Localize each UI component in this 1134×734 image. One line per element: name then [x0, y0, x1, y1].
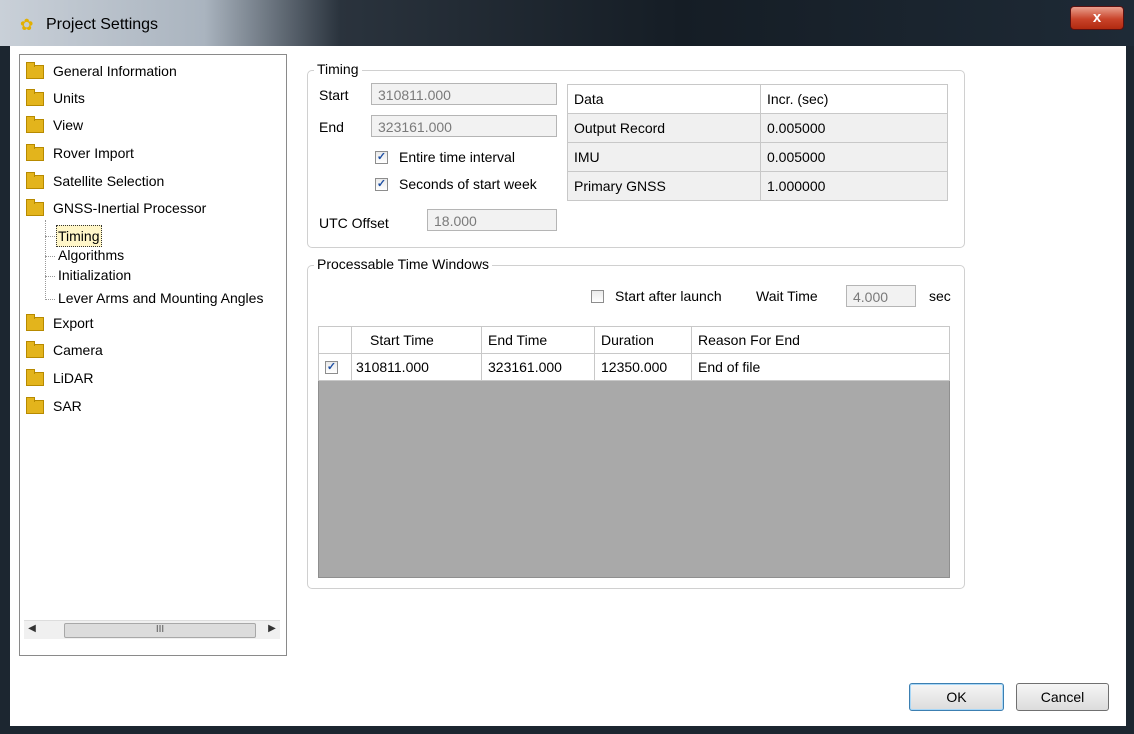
table-cell[interactable]: 12350.000 [594, 353, 692, 381]
tree-item-view[interactable]: View [26, 114, 83, 136]
table-cell: Output Record [567, 113, 761, 143]
tree-item-units[interactable]: Units [26, 87, 85, 109]
table-cell: Primary GNSS [567, 171, 761, 201]
start-field[interactable]: 310811.000 [371, 83, 557, 105]
folder-icon [26, 62, 44, 79]
tree-connector [45, 220, 46, 300]
entire-interval-checkbox[interactable]: ✓ [375, 151, 388, 164]
tree-item-camera[interactable]: Camera [26, 339, 103, 361]
end-label: End [319, 119, 344, 135]
row-checkbox-cell[interactable]: ✓ [318, 353, 352, 381]
table-cell[interactable]: End of file [691, 353, 950, 381]
tree-item-timing[interactable]: Timing [56, 225, 102, 247]
tree-item-label: Lever Arms and Mounting Angles [58, 290, 264, 306]
seconds-week-label: Seconds of start week [399, 176, 537, 192]
tree-item-label: Units [53, 90, 85, 106]
start-label: Start [319, 87, 349, 103]
row-checkbox[interactable]: ✓ [325, 360, 338, 374]
tree-item-initialization[interactable]: Initialization [58, 265, 131, 285]
tree-connector [45, 256, 55, 257]
folder-icon [26, 341, 44, 358]
seconds-week-checkbox[interactable]: ✓ [375, 178, 388, 191]
ok-button[interactable]: OK [909, 683, 1004, 711]
table-cell[interactable]: 1.000000 [760, 171, 948, 201]
column-header[interactable]: Start Time [351, 326, 482, 354]
title-bar[interactable] [0, 0, 1134, 46]
tree-item-lidar[interactable]: LiDAR [26, 367, 93, 389]
tree-item-sar[interactable]: SAR [26, 395, 82, 417]
table-cell[interactable]: 0.005000 [760, 142, 948, 172]
data-increment-table: Data Incr. (sec) Output Record 0.005000 … [567, 84, 948, 201]
table-cell[interactable]: 0.005000 [760, 113, 948, 143]
tree-connector [45, 236, 55, 237]
wait-time-field[interactable]: 4.000 [846, 285, 916, 307]
tree-horizontal-scrollbar[interactable]: ◀ III ▶ [24, 620, 280, 639]
table-row[interactable]: Primary GNSS 1.000000 [567, 171, 948, 201]
time-windows-table: Start Time End Time Duration Reason For … [318, 326, 950, 381]
tree-item-gnss-inertial-processor[interactable]: GNSS-Inertial Processor [26, 197, 206, 219]
folder-icon [26, 397, 44, 414]
tree-item-label: GNSS-Inertial Processor [53, 200, 207, 216]
table-row[interactable]: ✓ 310811.000 323161.000 12350.000 End of… [318, 353, 950, 381]
folder-icon [26, 172, 44, 189]
tree-item-label: Satellite Selection [53, 173, 165, 189]
tree-connector [45, 276, 55, 277]
utc-offset-label: UTC Offset [319, 215, 389, 231]
tree-item-lever-arms[interactable]: Lever Arms and Mounting Angles [58, 288, 263, 308]
tree-item-label: Algorithms [58, 247, 125, 263]
folder-icon [26, 314, 44, 331]
timing-group-label: Timing [314, 61, 362, 77]
utc-offset-field[interactable]: 18.000 [427, 209, 557, 231]
end-field[interactable]: 323161.000 [371, 115, 557, 137]
tree-item-general-information[interactable]: General Information [26, 60, 177, 82]
time-windows-group-label: Processable Time Windows [314, 256, 492, 272]
tree-item-label: General Information [53, 63, 177, 79]
tree-item-algorithms[interactable]: Algorithms [58, 245, 124, 265]
tree-item-export[interactable]: Export [26, 312, 93, 334]
tree-connector [45, 299, 55, 300]
folder-icon [26, 199, 44, 216]
tree-item-label: Export [53, 315, 94, 331]
folder-icon [26, 144, 44, 161]
tree-item-label: Initialization [58, 267, 132, 283]
scroll-right-icon[interactable]: ▶ [266, 623, 278, 634]
table-row[interactable]: IMU 0.005000 [567, 142, 948, 172]
tree-item-label: LiDAR [53, 370, 94, 386]
column-header[interactable]: Incr. (sec) [760, 84, 948, 114]
table-row[interactable]: Output Record 0.005000 [567, 113, 948, 143]
wait-time-label: Wait Time [756, 288, 818, 304]
folder-icon [26, 89, 44, 106]
folder-icon [26, 116, 44, 133]
column-header-select [318, 326, 352, 354]
tree-item-label: View [53, 117, 84, 133]
close-button[interactable]: x [1070, 6, 1124, 30]
settings-gear-icon: ✿ [20, 17, 34, 34]
scroll-thumb[interactable]: III [64, 623, 256, 638]
wait-time-unit: sec [929, 288, 951, 304]
table-header-row: Start Time End Time Duration Reason For … [318, 326, 950, 354]
cancel-button[interactable]: Cancel [1016, 683, 1109, 711]
start-after-launch-label: Start after launch [615, 288, 722, 304]
tree-item-label: Camera [53, 342, 103, 358]
tree-item-label: Rover Import [53, 145, 134, 161]
tree-item-label: SAR [53, 398, 82, 414]
tree-item-label: Timing [58, 228, 100, 244]
table-cell[interactable]: 323161.000 [481, 353, 595, 381]
entire-interval-label: Entire time interval [399, 149, 515, 165]
start-after-launch-checkbox[interactable] [591, 290, 604, 303]
window-title: Project Settings [46, 16, 159, 33]
folder-icon [26, 369, 44, 386]
table-cell[interactable]: 310811.000 [351, 353, 482, 381]
tree-item-satellite-selection[interactable]: Satellite Selection [26, 170, 164, 192]
tree-item-rover-import[interactable]: Rover Import [26, 142, 134, 164]
column-header[interactable]: End Time [481, 326, 595, 354]
table-header-row: Data Incr. (sec) [567, 84, 948, 114]
column-header[interactable]: Duration [594, 326, 692, 354]
scroll-left-icon[interactable]: ◀ [26, 623, 38, 634]
table-cell: IMU [567, 142, 761, 172]
column-header[interactable]: Data [567, 84, 761, 114]
column-header[interactable]: Reason For End [691, 326, 950, 354]
